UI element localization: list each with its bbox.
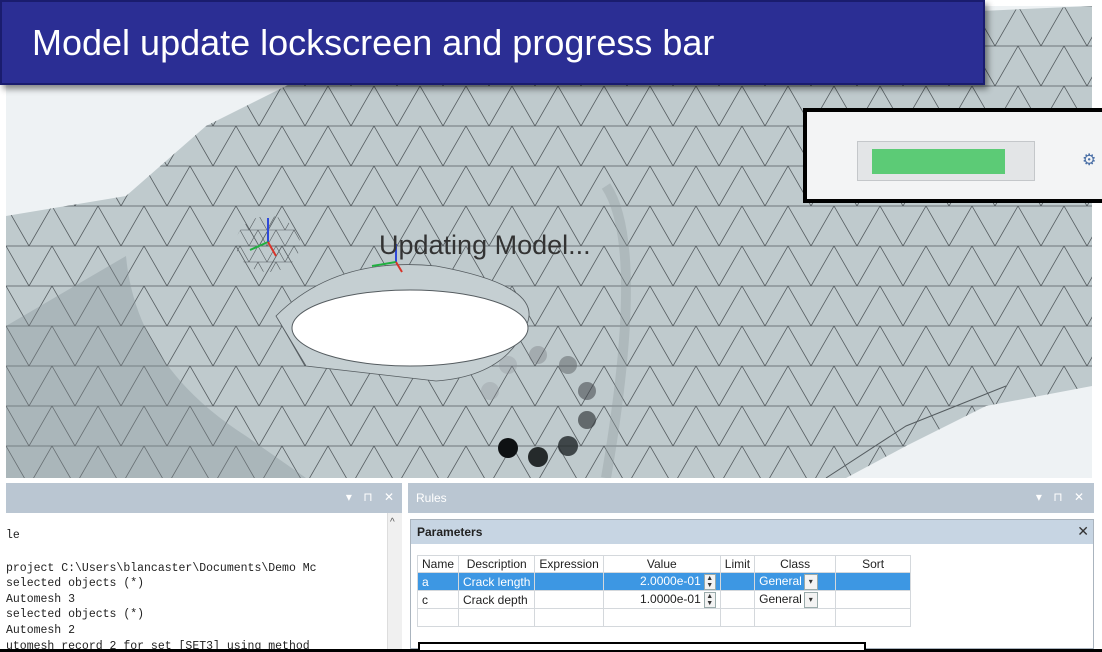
table-row[interactable]	[416, 608, 912, 627]
log-line: le	[6, 529, 20, 542]
parameters-panel: Parameters ✕ Name Description Expression…	[410, 519, 1094, 649]
param-class-text[interactable]: General	[759, 574, 802, 588]
param-name-cell[interactable]: a	[416, 572, 460, 591]
value-spinner[interactable]: ▲ ▼	[703, 591, 716, 608]
chevron-down-icon[interactable]: ▾	[803, 573, 818, 590]
param-value-cell[interactable]: 1.0000e-01 ▲ ▼	[602, 590, 721, 609]
rules-panel-header: Rules ▾ ⊓ ✕	[408, 483, 1094, 513]
gear-icon[interactable]: ⚙	[1082, 150, 1096, 170]
empty-cell[interactable]	[602, 608, 721, 627]
param-class-cell[interactable]: General ▾	[754, 590, 837, 609]
page-title: Model update lockscreen and progress bar	[32, 22, 715, 63]
screenshot-frame: Updating Model... Model update lockscree…	[0, 0, 1102, 652]
parameters-header: Parameters ✕	[411, 520, 1093, 544]
rules-panel: Rules ▾ ⊓ ✕ Parameters ✕ Name Descriptio…	[408, 483, 1094, 649]
rules-panel-window-controls[interactable]: ▾ ⊓ ✕	[1036, 490, 1088, 504]
param-expression-cell[interactable]	[534, 590, 604, 609]
param-class-text[interactable]: General	[759, 592, 802, 606]
param-class-cell[interactable]: General ▾	[754, 572, 837, 591]
log-text-area[interactable]: le project C:\Users\blancaster\Documents…	[6, 513, 388, 649]
log-scrollbar[interactable]: ^	[387, 513, 402, 649]
progress-bar-fill	[872, 149, 1005, 174]
column-header-value[interactable]: Value	[602, 555, 721, 573]
param-value-cell[interactable]: 2.0000e-01 ▲ ▼	[602, 572, 721, 591]
log-line: selected objects (*)	[6, 608, 145, 621]
param-name-cell[interactable]: c	[416, 590, 460, 609]
empty-cell[interactable]	[719, 608, 756, 627]
scroll-up-icon[interactable]: ^	[390, 517, 395, 528]
empty-cell[interactable]	[458, 608, 536, 627]
log-line: project C:\Users\blancaster\Documents\De…	[6, 562, 317, 575]
value-spinner[interactable]: ▲ ▼	[703, 573, 716, 590]
log-panel-window-controls[interactable]: ▾ ⊓ ✕	[346, 490, 398, 504]
overlay-box-edge	[418, 642, 866, 652]
param-limit-cell[interactable]	[719, 572, 756, 591]
table-row[interactable]: c Crack depth 1.0000e-01 ▲ ▼ General ▾	[416, 590, 912, 609]
param-sort-cell[interactable]	[835, 572, 912, 591]
rules-panel-title: Rules	[416, 491, 447, 505]
param-description-cell[interactable]: Crack depth	[458, 590, 536, 609]
progress-bar-inset: ⚙	[803, 108, 1102, 203]
table-header-row: Name Description Expression Value Limit …	[416, 555, 912, 573]
param-value-text[interactable]: 1.0000e-01	[640, 592, 701, 606]
parameters-table: Name Description Expression Value Limit …	[416, 555, 912, 627]
empty-cell[interactable]	[754, 608, 837, 627]
empty-cell[interactable]	[534, 608, 604, 627]
param-description-cell[interactable]: Crack length	[458, 572, 536, 591]
progress-bar	[857, 141, 1035, 181]
column-header-description[interactable]: Description	[458, 555, 536, 573]
table-row[interactable]: a Crack length 2.0000e-01 ▲ ▼ General ▾	[416, 572, 912, 591]
log-line: Automesh 3	[6, 593, 76, 606]
close-icon[interactable]: ✕	[1077, 523, 1089, 540]
log-line: Automesh 2	[6, 624, 76, 637]
log-panel: ▾ ⊓ ✕ le project C:\Users\blancaster\Doc…	[6, 483, 402, 649]
param-value-text[interactable]: 2.0000e-01	[640, 574, 701, 588]
column-header-limit[interactable]: Limit	[719, 555, 756, 573]
parameters-title: Parameters	[417, 525, 483, 539]
empty-cell[interactable]	[416, 608, 460, 627]
param-expression-cell[interactable]	[534, 572, 604, 591]
updating-model-text: Updating Model...	[379, 230, 591, 260]
log-line: selected objects (*)	[6, 577, 145, 590]
column-header-class[interactable]: Class	[754, 555, 837, 573]
column-header-name[interactable]: Name	[416, 555, 460, 573]
chevron-down-icon[interactable]: ▾	[803, 591, 818, 608]
empty-cell[interactable]	[835, 608, 912, 627]
log-line: utomesh record 2 for set [SET3] using me…	[6, 640, 310, 649]
log-panel-header: ▾ ⊓ ✕	[6, 483, 402, 513]
column-header-expression[interactable]: Expression	[534, 555, 604, 573]
param-sort-cell[interactable]	[835, 590, 912, 609]
column-header-sort[interactable]: Sort	[835, 555, 912, 573]
param-limit-cell[interactable]	[719, 590, 756, 609]
title-banner: Model update lockscreen and progress bar	[0, 0, 985, 85]
